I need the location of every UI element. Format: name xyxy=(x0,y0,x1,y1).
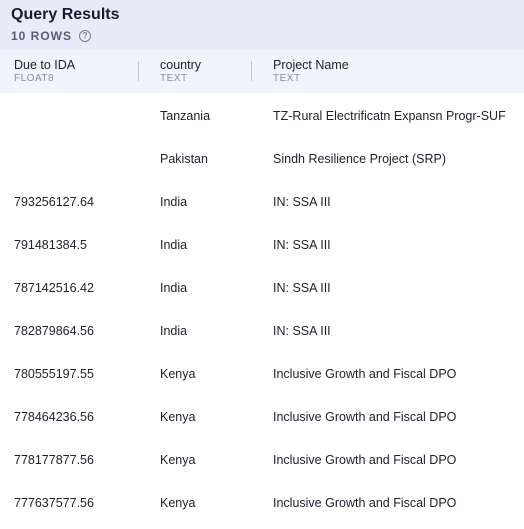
column-type: FLOAT8 xyxy=(14,73,55,84)
table-row[interactable]: 793256127.64 India IN: SSA III xyxy=(0,179,524,222)
cell-due-to-ida: 793256127.64 xyxy=(14,195,94,209)
cell-project-name: IN: SSA III xyxy=(273,238,331,252)
column-header-country[interactable]: country TEXT xyxy=(160,58,201,84)
cell-country: Kenya xyxy=(160,453,196,467)
column-name: country xyxy=(160,58,201,72)
cell-due-to-ida: 787142516.42 xyxy=(14,281,94,295)
query-results-panel: Query Results 10 ROWS ? Due to IDA FLOAT… xyxy=(0,0,524,529)
cell-country: Kenya xyxy=(160,410,196,424)
cell-project-name: IN: SSA III xyxy=(273,195,331,209)
cell-country: India xyxy=(160,281,188,295)
cell-due-to-ida: 791481384.5 xyxy=(14,238,87,252)
cell-country: India xyxy=(160,324,188,338)
cell-country: Pakistan xyxy=(160,152,208,166)
cell-due-to-ida: 782879864.56 xyxy=(14,324,94,338)
cell-due-to-ida: 778177877.56 xyxy=(14,453,94,467)
table-row[interactable]: Tanzania TZ-Rural Electrificatn Expansn … xyxy=(0,93,524,136)
column-type: TEXT xyxy=(273,73,301,84)
cell-project-name: Inclusive Growth and Fiscal DPO xyxy=(273,496,457,510)
table-row[interactable]: 787142516.42 India IN: SSA III xyxy=(0,265,524,308)
question-circle-icon[interactable]: ? xyxy=(79,30,92,42)
column-type: TEXT xyxy=(160,73,188,84)
cell-project-name: Inclusive Growth and Fiscal DPO xyxy=(273,410,457,424)
cell-country: Kenya xyxy=(160,367,196,381)
column-header-row: Due to IDA FLOAT8 country TEXT Project N… xyxy=(0,50,524,93)
row-count: 10 ROWS ? xyxy=(11,29,92,43)
cell-country: Kenya xyxy=(160,496,196,510)
table-row[interactable]: 782879864.56 India IN: SSA III xyxy=(0,308,524,351)
table-row[interactable]: Pakistan Sindh Resilience Project (SRP) xyxy=(0,136,524,179)
column-header-due-to-ida[interactable]: Due to IDA FLOAT8 xyxy=(14,58,75,84)
column-name: Due to IDA xyxy=(14,58,76,72)
cell-due-to-ida: 777637577.56 xyxy=(14,496,94,510)
cell-project-name: TZ-Rural Electrificatn Expansn Progr-SUF xyxy=(273,109,506,123)
results-table-body: Tanzania TZ-Rural Electrificatn Expansn … xyxy=(0,93,524,523)
table-row[interactable]: 791481384.5 India IN: SSA III xyxy=(0,222,524,265)
results-header: Query Results 10 ROWS ? xyxy=(0,0,524,50)
cell-due-to-ida: 780555197.55 xyxy=(14,367,94,381)
cell-project-name: Sindh Resilience Project (SRP) xyxy=(273,152,446,166)
cell-country: Tanzania xyxy=(160,109,211,123)
column-resize-handle[interactable] xyxy=(251,61,252,81)
cell-project-name: IN: SSA III xyxy=(273,281,331,295)
cell-project-name: Inclusive Growth and Fiscal DPO xyxy=(273,453,457,467)
cell-project-name: Inclusive Growth and Fiscal DPO xyxy=(273,367,457,381)
row-count-label: 10 ROWS xyxy=(11,29,73,43)
table-row[interactable]: 777637577.56 Kenya Inclusive Growth and … xyxy=(0,480,524,523)
cell-country: India xyxy=(160,195,188,209)
cell-project-name: IN: SSA III xyxy=(273,324,331,338)
column-name: Project Name xyxy=(273,58,349,72)
column-resize-handle[interactable] xyxy=(138,61,139,81)
page-title: Query Results xyxy=(11,6,120,23)
table-row[interactable]: 778464236.56 Kenya Inclusive Growth and … xyxy=(0,394,524,437)
table-row[interactable]: 780555197.55 Kenya Inclusive Growth and … xyxy=(0,351,524,394)
cell-country: India xyxy=(160,238,188,252)
cell-due-to-ida: 778464236.56 xyxy=(14,410,94,424)
table-row[interactable]: 778177877.56 Kenya Inclusive Growth and … xyxy=(0,437,524,480)
column-header-project-name[interactable]: Project Name TEXT xyxy=(273,58,349,84)
